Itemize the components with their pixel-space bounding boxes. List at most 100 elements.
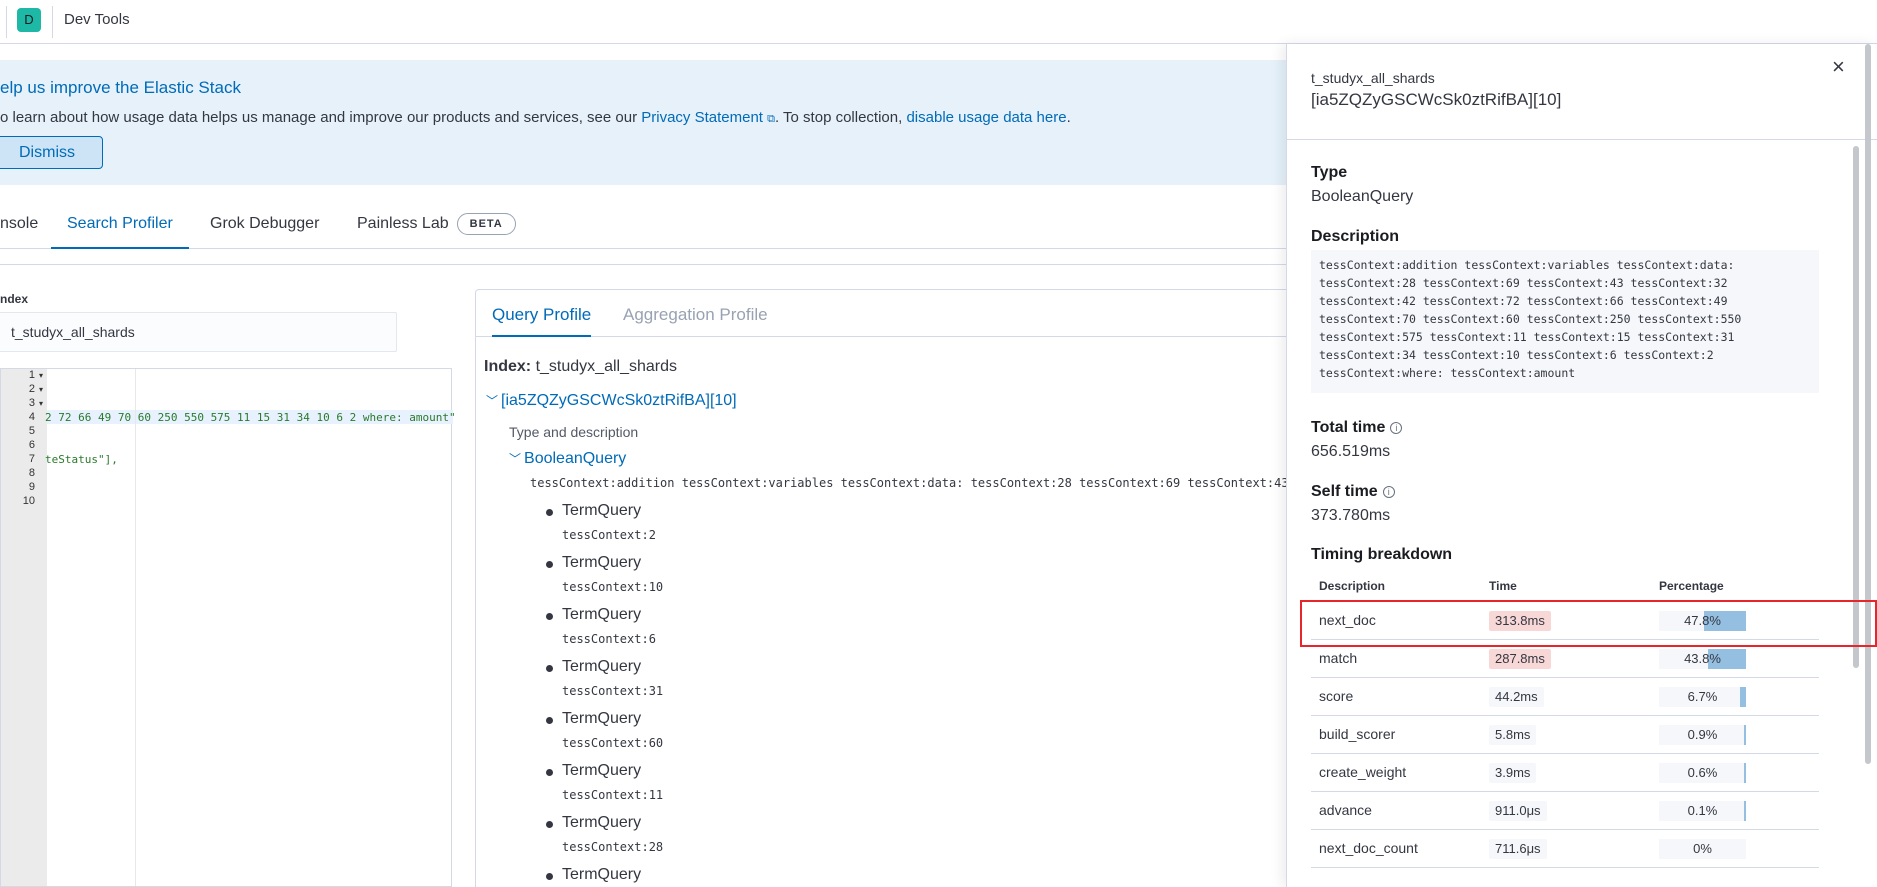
total-time-heading: Total time i (1311, 419, 1403, 437)
results-index: Index: t_studyx_all_shards (484, 358, 677, 376)
total-time-label: Total time (1311, 419, 1386, 436)
callout-text: o learn about how usage data helps us ma… (0, 109, 642, 126)
table-row: score 44.2ms 6.7% (1311, 678, 1819, 716)
column-description: Description (1319, 579, 1386, 593)
child-query-type[interactable]: TermQuery (562, 658, 641, 676)
table-row: create_weight 3.9ms 0.6% (1311, 754, 1819, 792)
bullet (546, 769, 553, 776)
tab-console[interactable]: nsole (0, 204, 38, 249)
column-percentage: Percentage (1659, 579, 1724, 593)
percentage-bar: 0.6% (1659, 763, 1746, 783)
timing-name: match (1319, 650, 1358, 666)
child-query-type[interactable]: TermQuery (562, 554, 641, 572)
query-editor[interactable]: 1 2 3 4 5 6 7 8 9 10 2 72 66 49 70 60 25… (0, 368, 456, 887)
tab-query-profile[interactable]: Query Profile (492, 305, 592, 337)
column-time: Time (1489, 579, 1517, 593)
line-number: 8 (28, 467, 35, 479)
info-icon[interactable]: i (1390, 422, 1403, 434)
profile-results-panel: Query Profile Aggregation Profile Index:… (475, 289, 1305, 887)
table-row: next_doc_count 711.6μs 0% (1311, 830, 1819, 868)
dismiss-button[interactable]: Dismiss (0, 136, 103, 169)
table-row: build_scorer 5.8ms 0.9% (1311, 716, 1819, 754)
timing-breakdown-heading: Timing breakdown (1311, 546, 1453, 563)
editor-gutter: 1 2 3 4 5 6 7 8 9 10 (1, 369, 47, 886)
type-heading: Type (1311, 164, 1348, 181)
top-header: D Dev Tools (0, 0, 1877, 44)
description-heading: Description (1311, 228, 1400, 245)
line-number[interactable]: 1 (29, 369, 43, 381)
info-icon[interactable]: i (1382, 486, 1395, 498)
percentage-label: 0.6% (1687, 765, 1718, 780)
tab-painless-lab[interactable]: Painless Lab BETA (357, 204, 516, 249)
privacy-link-label: Privacy Statement (641, 109, 763, 126)
child-query-type[interactable]: TermQuery (562, 710, 641, 728)
child-query-description: tessContext:28 (562, 840, 664, 854)
child-query-description: tessContext:10 (562, 580, 664, 594)
tab-aggregation-profile[interactable]: Aggregation Profile (623, 305, 768, 337)
percentage-bar: 6.7% (1659, 687, 1746, 707)
line-number[interactable]: 3 (29, 397, 43, 409)
percentage-bar: 0.1% (1659, 801, 1746, 821)
child-query-type[interactable]: TermQuery (562, 606, 641, 624)
shard-toggle[interactable]: ﹀ [ia5ZQZyGSCWcSk0ztRifBA][10] (486, 392, 737, 410)
tab-grok-debugger[interactable]: Grok Debugger (210, 204, 319, 249)
child-query-type[interactable]: TermQuery (562, 502, 641, 520)
query-node-type: BooleanQuery (524, 450, 627, 467)
index-heading-label: Index: (484, 358, 532, 375)
tab-search-profiler[interactable]: Search Profiler (51, 204, 189, 249)
bullet (546, 613, 553, 620)
breadcrumb-dev-tools[interactable]: Dev Tools (64, 11, 130, 28)
privacy-statement-link[interactable]: Privacy Statement ⧉ (641, 109, 775, 126)
line-number[interactable]: 2 (29, 383, 43, 395)
line-number: 5 (28, 425, 35, 437)
shard-label: [ia5ZQZyGSCWcSk0ztRifBA][10] (501, 392, 737, 409)
external-link-icon: ⧉ (767, 113, 775, 125)
timing-value-badge: 287.8ms (1489, 649, 1551, 669)
chevron-down-icon: ﹀ (486, 394, 499, 408)
bullet (546, 873, 553, 880)
bullet (546, 561, 553, 568)
table-row: advance 911.0μs 0.1% (1311, 792, 1819, 830)
flyout-scrollbar[interactable] (1853, 146, 1859, 668)
timing-name: score (1319, 688, 1354, 704)
flyout-index-name: t_studyx_all_shards (1311, 70, 1435, 86)
disable-usage-data-link[interactable]: disable usage data here (906, 109, 1066, 126)
percentage-label: 0.1% (1687, 803, 1718, 818)
bullet (546, 509, 553, 516)
annotation-highlight (1300, 600, 1877, 647)
bullet (546, 821, 553, 828)
description-value: tessContext:addition tessContext:variabl… (1311, 250, 1819, 393)
child-query-type[interactable]: TermQuery (562, 814, 641, 832)
child-query-type[interactable]: TermQuery (562, 866, 641, 884)
percentage-label: 0.9% (1687, 727, 1718, 742)
child-query-description: tessContext:2 (562, 528, 656, 542)
percentage-bar: 0% (1659, 839, 1746, 859)
child-query-description: tessContext:31 (562, 684, 664, 698)
child-query-type[interactable]: TermQuery (562, 762, 641, 780)
index-input[interactable]: t_studyx_all_shards (0, 312, 397, 352)
print-margin (135, 369, 136, 886)
line-number: 10 (22, 495, 35, 507)
callout-title: elp us improve the Elastic Stack (0, 78, 241, 97)
page-scrollbar[interactable] (1865, 44, 1871, 764)
divider (0, 264, 1287, 265)
line-number: 7 (28, 453, 35, 465)
percentage-label: 6.7% (1687, 689, 1718, 704)
bullet (546, 665, 553, 672)
beta-badge: BETA (456, 212, 516, 235)
timing-value-badge: 5.8ms (1489, 725, 1537, 745)
timing-name: build_scorer (1319, 726, 1396, 742)
percentage-bar: 0.9% (1659, 725, 1746, 745)
timing-value-badge: 44.2ms (1489, 687, 1544, 707)
code-line-7: teStatus"], (45, 453, 118, 466)
query-node-toggle[interactable]: ﹀ BooleanQuery (509, 450, 626, 468)
total-time-value: 656.519ms (1311, 443, 1391, 460)
child-query-description: tessContext:6 (562, 632, 656, 646)
telemetry-callout: elp us improve the Elastic Stack o learn… (0, 60, 1287, 185)
space-avatar[interactable]: D (17, 8, 41, 32)
query-detail-flyout: t_studyx_all_shards [ia5ZQZyGSCWcSk0ztRi… (1286, 44, 1877, 887)
callout-text: . (1066, 109, 1071, 126)
flyout-header: t_studyx_all_shards [ia5ZQZyGSCWcSk0ztRi… (1287, 44, 1877, 140)
child-query-description: tessContext:11 (562, 788, 664, 802)
close-icon[interactable]: × (1832, 54, 1845, 80)
